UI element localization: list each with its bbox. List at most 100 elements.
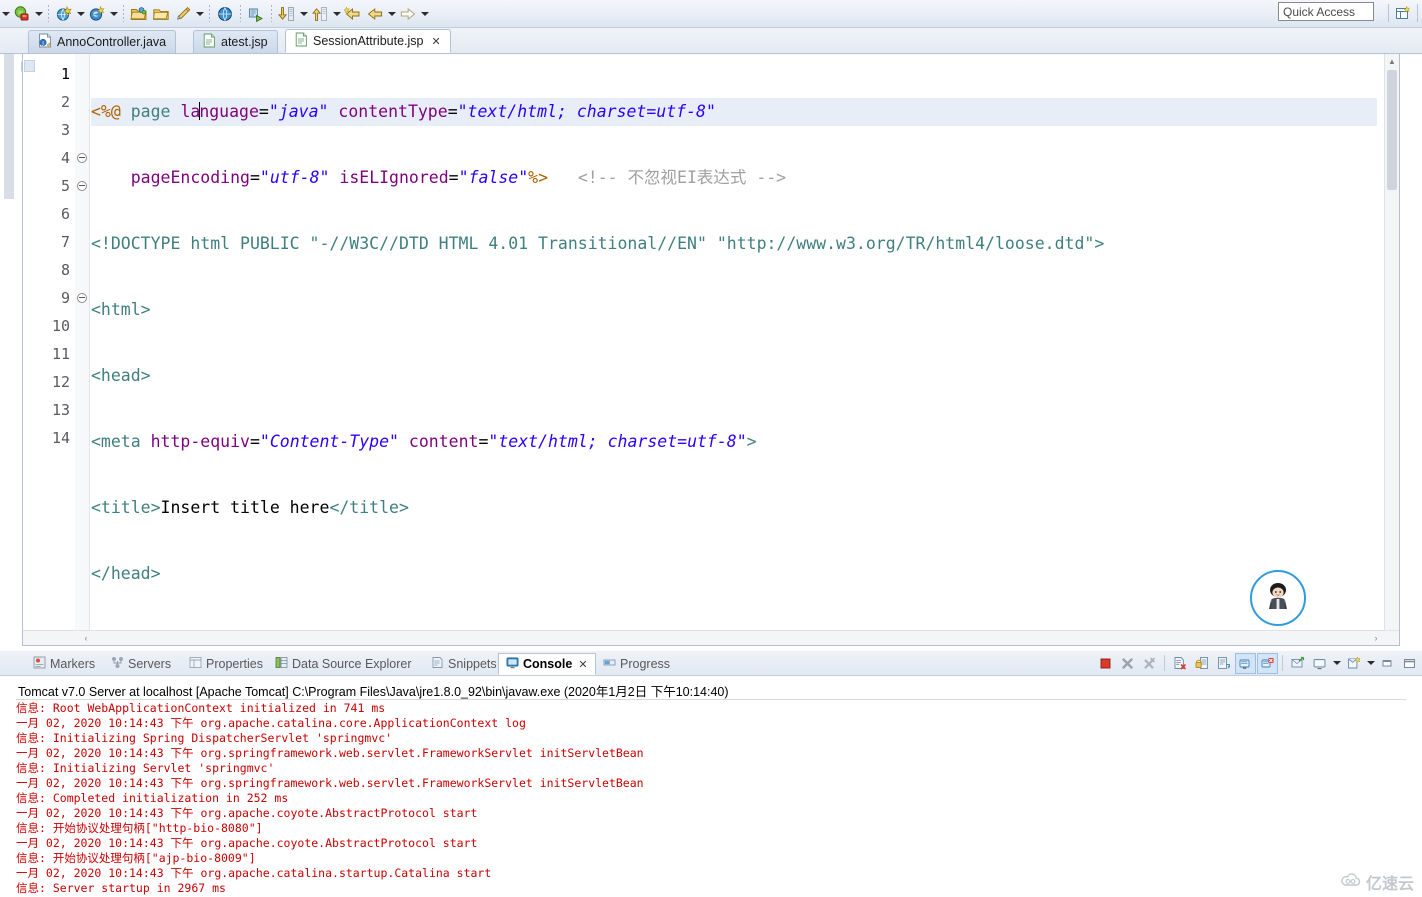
back-arrow-icon[interactable] [364,3,386,25]
step-into-icon[interactable] [276,3,298,25]
jsp-file-icon [295,32,308,50]
fold-toggle-icon[interactable] [77,293,87,303]
new-web-project-icon[interactable] [53,3,75,25]
pen-dropdown-arrow[interactable] [194,3,205,25]
run-validation-icon[interactable] [245,3,267,25]
code-line-5[interactable]: <head> [91,362,1377,390]
close-icon[interactable]: ✕ [431,35,440,48]
pin-console-button[interactable] [1235,652,1256,674]
debug-dropdown-icon[interactable] [11,3,33,25]
folder-icon[interactable] [150,3,172,25]
spring-dropdown-arrow[interactable] [108,3,119,25]
close-icon[interactable]: ✕ [578,658,587,671]
view-tab-label: Progress [620,656,671,671]
console-line: 一月 02, 2020 10:14:43 下午 org.apache.catal… [16,716,526,730]
toolbar-separator [209,5,210,22]
scroll-lock-button[interactable] [1191,653,1212,674]
toolbar-overflow-arrow[interactable] [0,3,11,25]
fold-toggle-icon[interactable] [77,181,87,191]
fold-toggle-icon[interactable] [77,153,87,163]
display-selected-console-button[interactable] [1257,652,1278,674]
stepout-dropdown-arrow[interactable] [331,3,342,25]
perspective-bar [1388,2,1418,24]
view-tab-markers[interactable]: Markers [26,653,102,674]
eclipse-window: Quick Access J AnnoController.java atest… [0,0,1422,897]
view-tab-properties[interactable]: Properties [182,653,270,674]
code-content[interactable]: <%@ page language="java" contentType="te… [91,54,1377,645]
data-source-icon [275,656,288,672]
step-dropdown-arrow[interactable] [298,3,309,25]
code-line-7[interactable]: <title>Insert title here</title> [91,494,1377,522]
step-out-icon[interactable] [309,3,331,25]
view-tab-label: Markers [50,656,96,671]
view-toolbar-separator [1164,655,1165,671]
new-console-view-button[interactable] [1309,653,1330,674]
watermark-text: 亿速云 [1365,874,1414,893]
back-history-icon[interactable] [342,3,364,25]
editor-tab-sessionattribute[interactable]: SessionAttribute.jsp ✕ [285,29,451,53]
scroll-left-icon[interactable]: ‹ [79,631,93,645]
view-tab-snippets[interactable]: Snippets [424,653,504,674]
code-line-6[interactable]: <meta http-equiv="Content-Type" content=… [91,428,1377,456]
editor-vertical-scrollbar[interactable]: ▲ ▼ [1384,54,1399,645]
view-menu-dropdown-arrow[interactable] [1365,652,1376,674]
scroll-right-icon[interactable]: › [1369,631,1383,645]
toolbar-group-step-out [309,0,342,28]
line-number: 6 [60,205,70,223]
maximize-view-button[interactable] [1399,653,1420,674]
forward-dropdown-arrow[interactable] [419,3,430,25]
console-output[interactable]: 信息: Root WebApplicationContext initializ… [16,701,1406,897]
folding-ruler[interactable] [75,54,90,645]
annotation-ruler[interactable] [23,54,35,645]
annotation-marker[interactable] [24,60,35,72]
editor-left-rail-thumb[interactable] [4,54,14,199]
view-menu-button[interactable] [1343,653,1364,674]
remove-launch-button[interactable] [1117,653,1138,674]
marker-pen-icon[interactable] [172,3,194,25]
code-line-4[interactable]: <html> [91,296,1377,324]
quick-access-input[interactable]: Quick Access [1278,2,1374,21]
console-line: 一月 02, 2020 10:14:43 下午 org.apache.coyot… [16,836,478,850]
terminate-button[interactable] [1095,653,1116,674]
code-line-3[interactable]: <!DOCTYPE html PUBLIC "-//W3C//DTD HTML … [91,230,1377,258]
editor-horizontal-scrollbar[interactable]: ‹ › [23,630,1399,645]
line-number: 12 [51,373,70,391]
new-perspective-icon[interactable] [1392,2,1414,24]
view-tab-progress[interactable]: Progress [596,653,677,674]
code-line-8[interactable]: </head> [91,560,1377,588]
view-tab-servers[interactable]: Servers [104,653,178,674]
new-spring-icon[interactable] [86,3,108,25]
minimize-view-button[interactable] [1377,653,1398,674]
new-dropdown-arrow[interactable] [75,3,86,25]
console-icon [506,656,519,672]
console-line: 一月 02, 2020 10:14:43 下午 org.apache.catal… [16,866,492,880]
new-console-dropdown-arrow[interactable] [1331,652,1342,674]
debug-dropdown-arrow[interactable] [33,3,44,25]
forward-arrow-icon[interactable] [397,3,419,25]
view-tab-label: Snippets [448,656,497,671]
toolbar-group-debug [11,0,44,28]
word-wrap-button[interactable] [1213,653,1234,674]
open-folder-icon[interactable] [128,3,150,25]
properties-icon [189,656,202,672]
clear-console-button[interactable] [1169,653,1190,674]
scroll-up-icon[interactable]: ▲ [1385,54,1399,68]
editor-vscroll-thumb[interactable] [1387,70,1397,190]
globe-icon[interactable] [214,3,236,25]
code-line-1[interactable]: <%@ page language="java" contentType="te… [91,98,1377,126]
console-line: 信息: 开始协议处理句柄["http-bio-8080"] [16,821,263,835]
view-tab-data-source-explorer[interactable]: Data Source Explorer [268,653,419,674]
view-tab-console[interactable]: Console ✕ [498,653,596,675]
code-line-2[interactable]: pageEncoding="utf-8" isELIgnored="false"… [91,164,1377,192]
open-console-button[interactable] [1287,653,1308,674]
code-editor[interactable]: 1 2 3 4 5 6 7 8 9 10 11 12 13 14 <%@ page language="j… [22,54,1400,646]
editor-tab-annocontroller[interactable]: J AnnoController.java [28,30,177,53]
back-dropdown-arrow[interactable] [386,3,397,25]
console-line: 一月 02, 2020 10:14:43 下午 org.springframew… [16,776,644,790]
editor-tab-label: SessionAttribute.jsp [313,34,424,48]
editor-tab-label: AnnoController.java [57,35,167,49]
line-number: 5 [60,177,70,195]
editor-tab-atest[interactable]: atest.jsp [193,30,278,53]
remove-all-launches-button[interactable] [1139,653,1160,674]
user-avatar[interactable] [1250,570,1306,626]
